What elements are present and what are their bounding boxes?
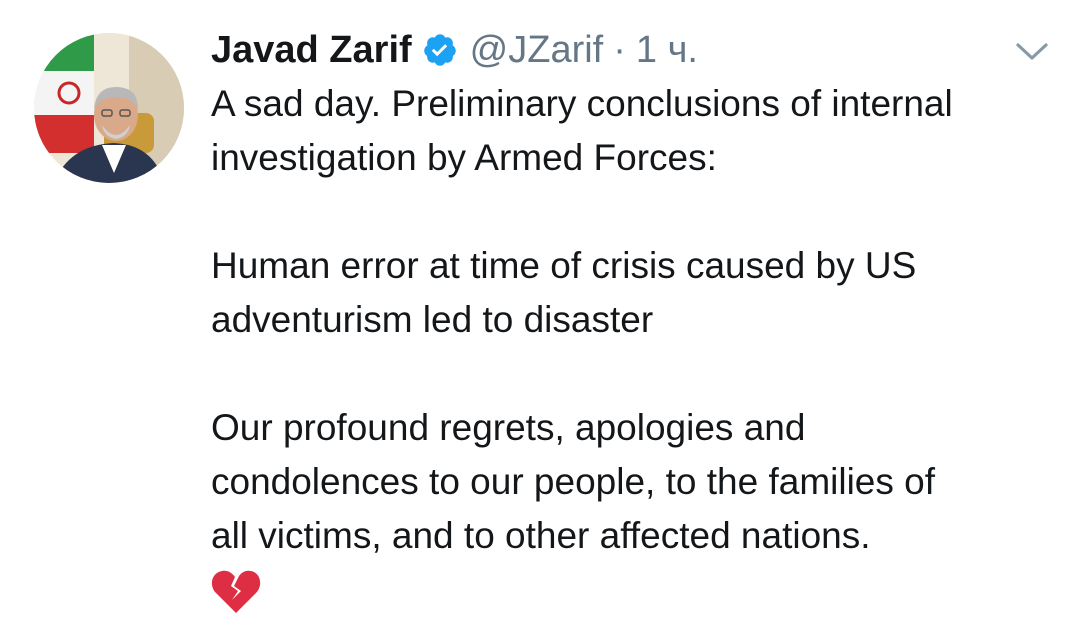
tweet-paragraph: Our profound regrets, apologies and cond… bbox=[211, 401, 1061, 563]
tweet-line: investigation by Armed Forces: bbox=[211, 137, 717, 178]
tweet-line: Our profound regrets, apologies and bbox=[211, 407, 806, 448]
author-name[interactable]: Javad Zarif bbox=[211, 29, 412, 72]
broken-heart-icon bbox=[211, 569, 261, 615]
tweet-paragraph: Human error at time of crisis caused by … bbox=[211, 239, 1061, 347]
author-handle[interactable]: @JZarif bbox=[470, 29, 604, 72]
tweet-header: Javad Zarif @JZarif · 1 ч. bbox=[211, 26, 698, 74]
avatar[interactable] bbox=[34, 33, 184, 183]
tweet-line: adventurism led to disaster bbox=[211, 299, 654, 340]
tweet-line: A sad day. Preliminary conclusions of in… bbox=[211, 83, 953, 124]
tweet-card[interactable]: Javad Zarif @JZarif · 1 ч. A sad day. Pr… bbox=[0, 0, 1080, 623]
tweet-line: Human error at time of crisis caused by … bbox=[211, 245, 917, 286]
tweet-paragraph: A sad day. Preliminary conclusions of in… bbox=[211, 77, 1061, 185]
tweet-line: condolences to our people, to the famili… bbox=[211, 461, 936, 502]
verified-badge-icon bbox=[422, 32, 458, 68]
separator-dot: · bbox=[613, 28, 626, 71]
avatar-photo bbox=[34, 33, 184, 183]
tweet-timestamp[interactable]: 1 ч. bbox=[636, 29, 698, 72]
tweet-text: A sad day. Preliminary conclusions of in… bbox=[211, 77, 1061, 615]
chevron-down-icon[interactable] bbox=[1012, 36, 1052, 66]
tweet-line: all victims, and to other affected natio… bbox=[211, 515, 871, 556]
